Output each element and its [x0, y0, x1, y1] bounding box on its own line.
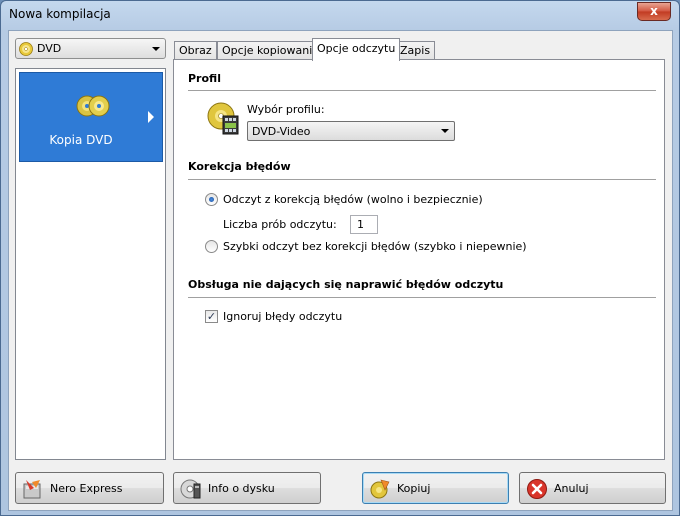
window: Nowa kompilacja x DVD Kopia DVD Obraz Op…: [0, 0, 680, 516]
nero-express-button[interactable]: Nero Express: [15, 472, 164, 504]
profile-disc-icon: [207, 102, 239, 135]
nero-express-label: Nero Express: [50, 482, 123, 495]
radio-read-with-correction-label[interactable]: Odczyt z korekcją błędów (wolno i bezpie…: [223, 193, 483, 206]
chevron-right-icon: [148, 111, 154, 123]
tab-image[interactable]: Obraz: [174, 41, 217, 60]
media-type-value: DVD: [37, 42, 62, 55]
compilation-list: Kopia DVD: [15, 68, 166, 460]
profile-label: Wybór profilu:: [247, 103, 325, 116]
ignore-errors-label[interactable]: Ignoruj błędy odczytu: [223, 310, 342, 323]
tab-copy-options[interactable]: Opcje kopiowania: [217, 41, 324, 60]
dvd-disc-icon: [76, 95, 110, 117]
nero-express-icon: [23, 480, 41, 499]
tab-read-options[interactable]: Opcje odczytu: [312, 38, 401, 61]
ignore-errors-checkbox[interactable]: ✓: [205, 310, 218, 323]
disc-info-button[interactable]: Info o dysku: [173, 472, 321, 504]
cancel-label: Anuluj: [554, 482, 589, 495]
separator: [188, 90, 656, 91]
retries-input[interactable]: 1: [350, 215, 378, 234]
tab-write[interactable]: Zapis: [395, 41, 436, 60]
chevron-down-icon: [441, 129, 449, 133]
tile-label: Kopia DVD: [49, 133, 113, 147]
radio-fast-read[interactable]: [205, 240, 218, 253]
disc-info-icon: [180, 479, 201, 499]
section-unrecoverable-errors: Obsługa nie dających się naprawić błędów…: [188, 278, 504, 291]
chevron-down-icon: [152, 47, 160, 51]
section-profile: Profil: [188, 72, 221, 85]
read-options-panel: Profil Wybór profilu: DVD-Video Korekcja…: [173, 59, 665, 460]
tile-dvd-copy[interactable]: Kopia DVD: [19, 72, 163, 162]
radio-fast-read-label[interactable]: Szybki odczyt bez korekcji błędów (szybk…: [223, 240, 527, 253]
profile-select[interactable]: DVD-Video: [247, 121, 455, 141]
window-title: Nowa kompilacja: [9, 7, 111, 21]
dialog-client: DVD Kopia DVD Obraz Opcje kopiowania Opc…: [8, 30, 673, 511]
dvd-disc-icon: [19, 42, 33, 56]
copy-button[interactable]: Kopiuj: [362, 472, 509, 504]
title-bar[interactable]: Nowa kompilacja x: [1, 1, 679, 29]
radio-read-with-correction[interactable]: [205, 193, 218, 206]
cancel-icon: [527, 479, 547, 499]
copy-label: Kopiuj: [397, 482, 431, 495]
separator: [188, 179, 656, 180]
separator: [188, 297, 656, 298]
profile-select-value: DVD-Video: [252, 125, 311, 138]
close-button[interactable]: x: [637, 2, 671, 21]
cancel-button[interactable]: Anuluj: [519, 472, 666, 504]
disc-info-label: Info o dysku: [208, 482, 275, 495]
section-error-correction: Korekcja błędów: [188, 160, 291, 173]
media-type-combo[interactable]: DVD: [15, 38, 166, 59]
copy-icon: [370, 479, 390, 499]
retries-label: Liczba prób odczytu:: [223, 218, 337, 231]
